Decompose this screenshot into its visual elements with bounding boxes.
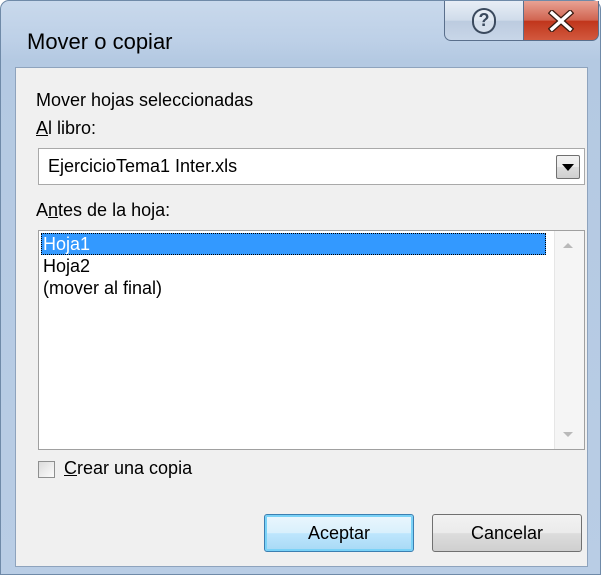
dialog-title: Mover o copiar: [27, 29, 173, 54]
sheet-list-item[interactable]: (mover al final): [41, 277, 546, 299]
create-copy-label[interactable]: Crear una copia: [64, 458, 192, 479]
create-copy-label-accel: C: [64, 458, 77, 478]
help-button[interactable]: ?: [444, 1, 524, 41]
book-select[interactable]: EjercicioTema1 Inter.xls: [38, 148, 585, 185]
before-sheet-label-text: tes de la hoja:: [58, 200, 171, 220]
title-bar[interactable]: Mover o copiar ?: [1, 1, 602, 61]
create-copy-label-text: rear una copia: [77, 458, 193, 478]
move-selected-sheets-label: Mover hojas seleccionadas: [36, 90, 254, 110]
chevron-down-icon: [562, 163, 574, 171]
sheet-listbox[interactable]: Hoja1 Hoja2 (mover al final): [38, 230, 585, 450]
help-icon: ?: [472, 7, 496, 34]
close-button[interactable]: [523, 1, 599, 41]
create-copy-checkbox[interactable]: [38, 461, 55, 478]
dialog-window: Mover o copiar ? Mover hojas seleccionad…: [0, 0, 601, 575]
scroll-down-icon[interactable]: [563, 432, 573, 437]
sheet-list-item[interactable]: Hoja1: [41, 233, 546, 255]
book-select-dropdown-button[interactable]: [556, 155, 580, 179]
to-book-label: Al libro:: [36, 118, 96, 139]
before-sheet-label-accel: n: [48, 200, 59, 220]
book-select-value: EjercicioTema1 Inter.xls: [48, 156, 238, 176]
before-sheet-label: Antes de la hoja:: [36, 200, 170, 221]
ok-button[interactable]: Aceptar: [264, 514, 414, 552]
sheet-list-item[interactable]: Hoja2: [41, 255, 546, 277]
to-book-label-accel: A: [36, 118, 49, 138]
close-icon: [548, 9, 574, 32]
before-sheet-label-start: A: [36, 200, 49, 220]
cancel-button[interactable]: Cancelar: [432, 514, 582, 552]
scroll-up-icon[interactable]: [563, 243, 573, 248]
dialog-body: Mover hojas seleccionadas Al libro: Ejer…: [15, 67, 588, 567]
to-book-label-text: l libro:: [48, 118, 97, 138]
listbox-scrollbar[interactable]: [554, 231, 584, 449]
